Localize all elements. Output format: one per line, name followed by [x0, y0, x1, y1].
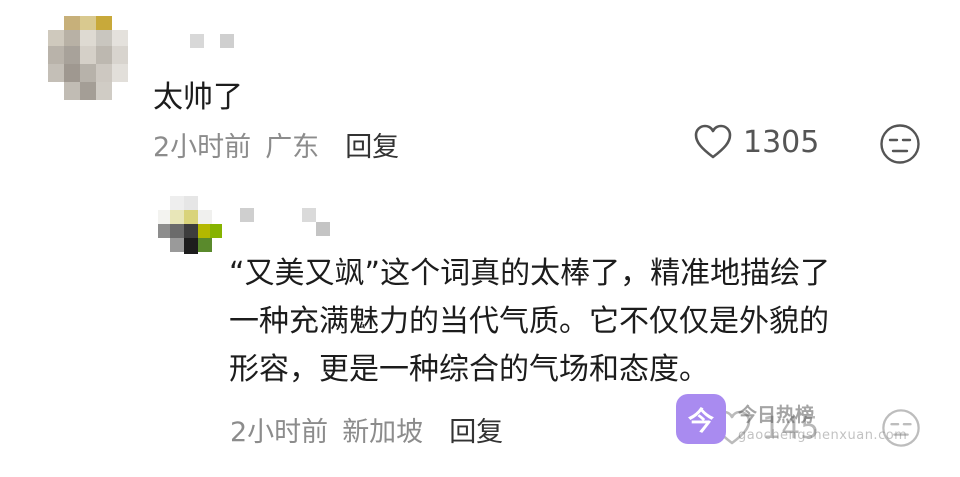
- comment-like-count: 1305: [743, 124, 820, 160]
- comment-reply-button[interactable]: 回复: [345, 125, 399, 164]
- commenter-avatar[interactable]: [48, 16, 128, 100]
- comment-like-button[interactable]: 1305: [693, 124, 819, 160]
- watermark-title: 今日热榜: [738, 404, 815, 426]
- replier-username[interactable]: [240, 208, 340, 238]
- comment-time: 2小时前: [153, 132, 252, 163]
- reply-text: “又美又飒”这个词真的太棒了，精准地描绘了 一种充满魅力的当代气质。它不仅仅是外…: [229, 250, 830, 394]
- reply-meta: 2小时前 新加坡 回复: [230, 410, 517, 449]
- replier-avatar[interactable]: [158, 196, 224, 260]
- commenter-username[interactable]: [190, 34, 240, 50]
- comment-meta: 2小时前 广东 回复: [153, 125, 413, 164]
- reply-time: 2小时前: [230, 417, 329, 448]
- reply-reply-button[interactable]: 回复: [449, 410, 503, 449]
- watermark-url: gaochengshenxuan.com: [738, 428, 908, 443]
- comment-location: 广东: [265, 132, 320, 163]
- comment-text: 太帅了: [153, 80, 243, 115]
- reply-location: 新加坡: [342, 417, 424, 448]
- watermark-logo-icon: 今: [676, 394, 726, 444]
- heart-outline-icon: [694, 124, 732, 159]
- reply-text-line: 形容，更是一种综合的气场和态度。: [229, 352, 709, 387]
- reply-text-line: “又美又飒”这个词真的太棒了，精准地描绘了: [229, 256, 831, 291]
- reply-text-line: 一种充满魅力的当代气质。它不仅仅是外貌的: [229, 304, 829, 339]
- dislike-face-icon[interactable]: [879, 123, 921, 165]
- watermark: 今 今日热榜 gaochengshenxuan.com: [676, 392, 916, 448]
